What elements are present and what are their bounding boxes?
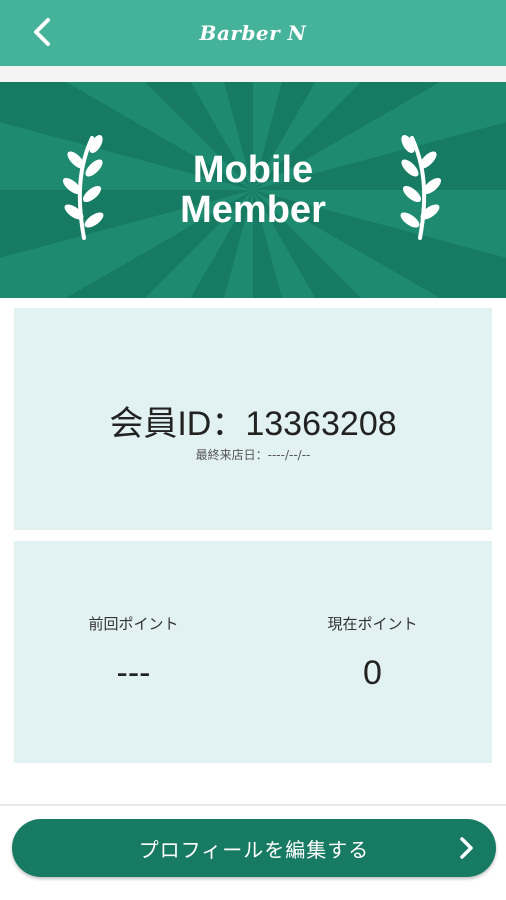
- banner-title: Mobile Member: [0, 82, 506, 298]
- back-button[interactable]: [22, 12, 62, 52]
- edit-profile-button[interactable]: プロフィールを編集する: [12, 819, 496, 877]
- app-header: Barber N: [0, 0, 506, 66]
- last-visit-date: 最終来店日：----/--/--: [195, 448, 311, 462]
- current-points-label: 現在ポイント: [327, 615, 418, 633]
- previous-points-value: ---: [116, 654, 151, 692]
- edit-profile-label: プロフィールを編集する: [138, 837, 370, 862]
- banner-title-line2: Member: [180, 189, 326, 231]
- current-points: 現在ポイント 0: [253, 613, 492, 693]
- member-banner: Mobile Member: [0, 82, 506, 298]
- previous-points-label: 前回ポイント: [88, 615, 179, 633]
- chevron-right-icon: [460, 837, 473, 859]
- app-logo: Barber N: [199, 21, 307, 45]
- previous-points: 前回ポイント ---: [14, 613, 253, 693]
- bottom-divider: [0, 804, 506, 806]
- current-points-value: 0: [363, 654, 382, 692]
- header-divider: [0, 66, 506, 82]
- points-panel: 前回ポイント --- 現在ポイント 0: [14, 541, 492, 763]
- member-info-panel: 会員ID：13363208 最終来店日：----/--/--: [14, 308, 492, 530]
- chevron-left-icon: [34, 18, 50, 46]
- banner-title-line1: Mobile: [192, 149, 314, 191]
- member-id: 会員ID：13363208: [109, 405, 397, 443]
